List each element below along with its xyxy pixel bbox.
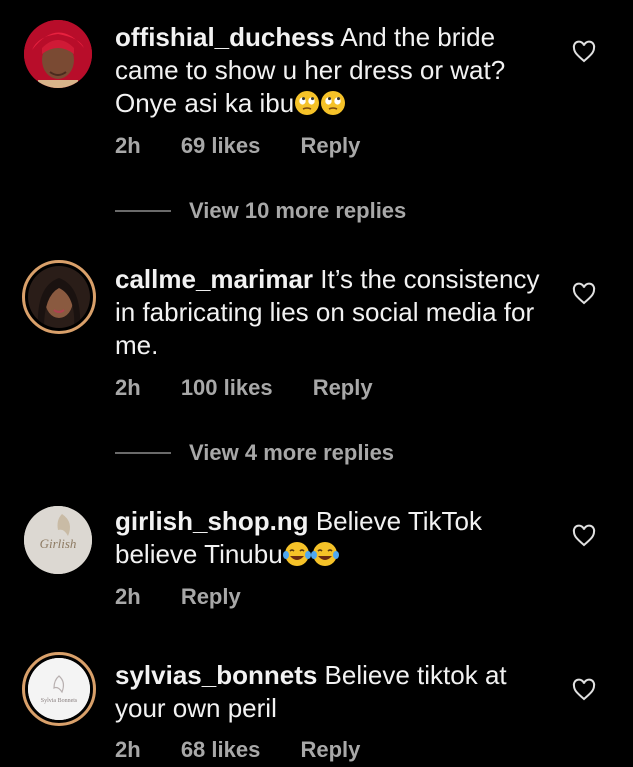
comment-time: 2h: [115, 375, 141, 400]
comment-likes[interactable]: 100 likes: [181, 375, 273, 400]
avatar-image: Sylvia Bonnets: [28, 658, 90, 720]
comment-meta: 2h Reply: [115, 584, 275, 610]
view-more-replies-button[interactable]: View 10 more replies: [115, 198, 406, 224]
comment-username[interactable]: girlish_shop.ng: [115, 506, 309, 536]
view-more-label: View 4 more replies: [189, 440, 395, 465]
heart-icon[interactable]: [572, 40, 596, 64]
comment-meta: 2h 68 likes Reply: [115, 737, 394, 763]
avatar[interactable]: Girlish: [24, 506, 92, 574]
comment-text: sylvias_bonnets Believe tiktok at your o…: [115, 659, 555, 725]
avatar-image: [28, 266, 90, 328]
avatar-image: Girlish: [24, 506, 92, 574]
divider-line: [115, 452, 171, 454]
comment-username[interactable]: callme_marimar: [115, 264, 313, 294]
rolling-eyes-emoji-icon: [320, 90, 346, 124]
comment-time: 2h: [115, 737, 141, 762]
rolling-eyes-emoji-icon: [294, 90, 320, 124]
comment-username[interactable]: offishial_duchess: [115, 22, 335, 52]
reply-button[interactable]: Reply: [181, 584, 241, 609]
comment-time: 2h: [115, 133, 141, 158]
view-more-replies-button[interactable]: View 4 more replies: [115, 440, 394, 466]
heart-icon[interactable]: [572, 282, 596, 306]
avatar-text: Girlish: [40, 536, 77, 551]
reply-button[interactable]: Reply: [300, 737, 360, 762]
comment-meta: 2h 69 likes Reply: [115, 133, 394, 159]
reply-button[interactable]: Reply: [313, 375, 373, 400]
divider-line: [115, 210, 171, 212]
avatar[interactable]: Sylvia Bonnets: [22, 652, 96, 726]
comment-time: 2h: [115, 584, 141, 609]
avatar-text: Sylvia Bonnets: [41, 698, 78, 704]
comment-text: offishial_duchess And the bride came to …: [115, 21, 555, 124]
avatar[interactable]: [22, 260, 96, 334]
tears-of-joy-emoji-icon: [310, 541, 339, 575]
comment-meta: 2h 100 likes Reply: [115, 375, 407, 401]
comment-text: callme_marimar It’s the consistency in f…: [115, 263, 555, 362]
tears-of-joy-emoji-icon: [282, 541, 311, 575]
view-more-label: View 10 more replies: [189, 198, 407, 223]
comment-text: girlish_shop.ng Believe TikTok believe T…: [115, 505, 555, 575]
heart-icon[interactable]: [572, 678, 596, 702]
heart-icon[interactable]: [572, 524, 596, 548]
avatar-image: [24, 20, 92, 88]
comment-likes[interactable]: 69 likes: [181, 133, 261, 158]
comment-likes[interactable]: 68 likes: [181, 737, 261, 762]
comment-username[interactable]: sylvias_bonnets: [115, 660, 317, 690]
avatar[interactable]: [24, 20, 92, 88]
reply-button[interactable]: Reply: [300, 133, 360, 158]
